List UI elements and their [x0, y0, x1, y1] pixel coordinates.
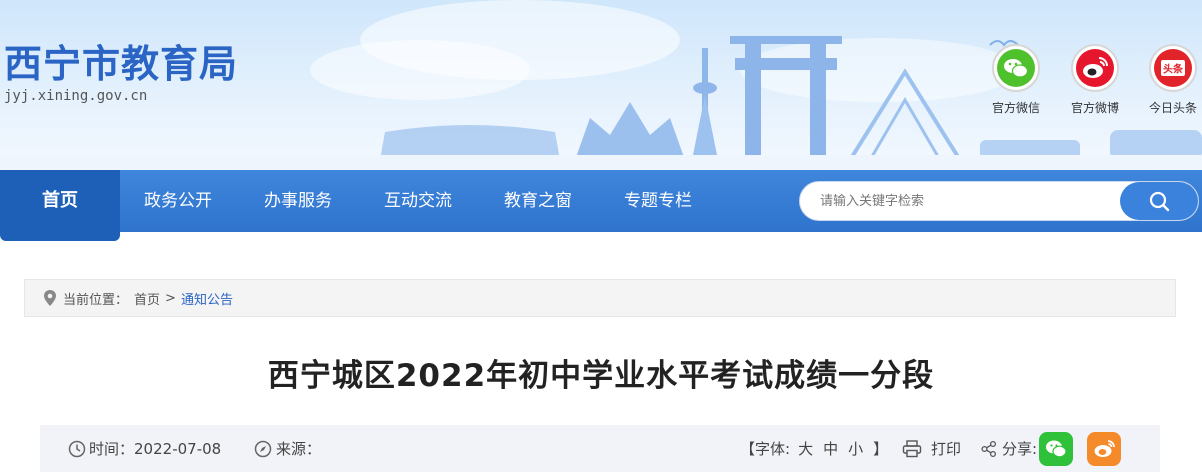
- wechat-icon[interactable]: [992, 44, 1040, 92]
- article-time: 时间： 2022-07-08: [68, 425, 221, 472]
- weibo-icon: [1094, 439, 1115, 457]
- font-size-small[interactable]: 小: [848, 438, 863, 459]
- article-meta-bar: 时间： 2022-07-08 来源： 【字体: 大 中 小 】 打印 分享:: [40, 425, 1160, 472]
- article-title: 西宁城区2022年初中学业水平考试成绩一分段: [267, 358, 935, 394]
- font-size-medium[interactable]: 中: [823, 438, 838, 459]
- social-toutiao[interactable]: 头条 今日头条: [1138, 44, 1202, 116]
- wechat-icon: [1046, 440, 1067, 457]
- share-control: 分享:: [980, 425, 1122, 472]
- search-icon: [1149, 191, 1170, 212]
- site-title[interactable]: 西宁市教育局: [4, 40, 238, 88]
- font-size-bracket: 】: [873, 440, 889, 458]
- print-button[interactable]: 打印: [902, 425, 961, 472]
- nav-item-home[interactable]: 首页: [0, 170, 120, 241]
- clock-icon: [68, 440, 86, 457]
- nav-item-services[interactable]: 办事服务: [264, 170, 332, 232]
- breadcrumb-home[interactable]: 首页: [134, 289, 160, 308]
- nav-item-education[interactable]: 教育之窗: [504, 170, 572, 232]
- compass-icon: [254, 440, 272, 457]
- share-wechat-button[interactable]: [1039, 431, 1074, 466]
- toutiao-badge: 头条: [1163, 63, 1184, 76]
- source-label: 来源：: [276, 440, 322, 458]
- print-label: 打印: [931, 440, 962, 458]
- share-icon: [981, 440, 997, 457]
- nav-item-topics[interactable]: 专题专栏: [624, 170, 692, 232]
- social-label: 官方微信: [991, 101, 1040, 115]
- article-source: 来源：: [254, 425, 321, 472]
- social-weibo[interactable]: 官方微博: [1060, 44, 1130, 116]
- site-domain: jyj.xining.gov.cn: [4, 88, 148, 104]
- search-box: [799, 181, 1199, 221]
- font-size-label: 【字体:: [740, 440, 791, 458]
- toutiao-icon[interactable]: 头条: [1149, 44, 1197, 92]
- search-button[interactable]: [1120, 182, 1198, 220]
- breadcrumb: 当前位置： 首页 > 通知公告: [24, 279, 1176, 317]
- nav-item-interaction[interactable]: 互动交流: [384, 170, 452, 232]
- time-value: 2022-07-08: [134, 439, 222, 458]
- font-size-control: 【字体: 大 中 小 】: [740, 425, 888, 472]
- time-label: 时间：: [89, 440, 135, 458]
- social-wechat[interactable]: 官方微信: [981, 44, 1051, 116]
- location-pin-icon: [44, 290, 56, 306]
- breadcrumb-label: 当前位置：: [63, 292, 129, 308]
- social-label: 官方微博: [1070, 101, 1119, 115]
- breadcrumb-current[interactable]: 通知公告: [181, 289, 233, 308]
- weibo-icon[interactable]: [1071, 44, 1119, 92]
- search-input[interactable]: [820, 182, 1110, 220]
- printer-icon: [902, 439, 922, 457]
- font-size-large[interactable]: 大: [798, 438, 813, 459]
- breadcrumb-separator: >: [165, 290, 176, 306]
- social-label: 今日头条: [1148, 101, 1197, 115]
- nav-item-gov-affairs[interactable]: 政务公开: [144, 170, 212, 232]
- share-label: 分享:: [1002, 440, 1038, 458]
- share-weibo-button[interactable]: [1087, 431, 1122, 466]
